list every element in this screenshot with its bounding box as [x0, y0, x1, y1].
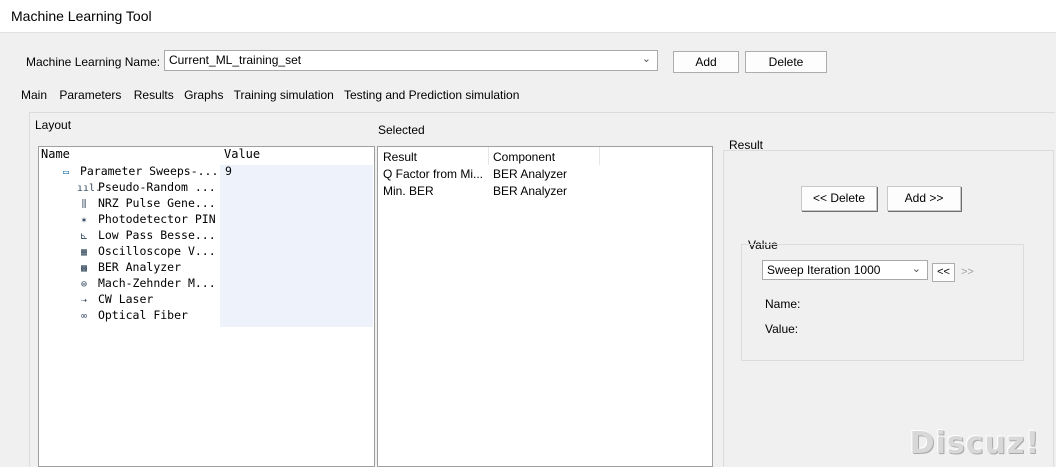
layout-heading: Layout [35, 118, 72, 132]
photodetector-icon: ✶ [80, 215, 88, 226]
tab-testing-prediction-simulation[interactable]: Testing and Prediction simulation [344, 88, 519, 102]
selected-list[interactable]: Result Component Q Factor from Mi... BER… [377, 146, 713, 467]
discuz-watermark-logo: Discuz! [909, 426, 1040, 461]
filter-icon: ⊾ [79, 231, 89, 242]
pulse-icon: ⫼ [81, 199, 87, 210]
tree-item-label: Mach-Zehnder M... [97, 276, 216, 290]
table-row[interactable]: Min. BER BER Analyzer [378, 183, 712, 200]
tree-item-label: Photodetector PIN [97, 212, 216, 226]
delete-ml-button[interactable]: Delete [745, 51, 827, 73]
tree-item-pseudo-random[interactable]: ııl. Pseudo-Random ... [77, 180, 216, 196]
tree-item-mach-zehnder[interactable]: ⊜ Mach-Zehnder M... [77, 276, 216, 292]
tab-strip: Main Parameters Results Graphs Training … [21, 88, 528, 102]
window-title: Machine Learning Tool [11, 8, 152, 24]
tree-item-parameter-sweeps[interactable]: ▭ Parameter Sweeps-... [59, 164, 218, 180]
fiber-icon: ∞ [80, 311, 88, 322]
delete-result-button[interactable]: << Delete [801, 186, 877, 211]
row-result: Min. BER [383, 184, 434, 198]
row-result: Q Factor from Mi... [383, 167, 484, 181]
tree-item-label: Low Pass Besse... [97, 228, 216, 242]
layout-tree[interactable]: Name Value ▭ Parameter Sweeps-... 9 ııl.… [38, 146, 375, 467]
row-component: BER Analyzer [493, 184, 568, 198]
value-label: Value: [765, 322, 799, 336]
tab-training-simulation[interactable]: Training simulation [234, 88, 334, 102]
chevron-down-icon: ⌄ [641, 53, 651, 65]
tree-item-label: BER Analyzer [97, 260, 182, 274]
tree-item-label: CW Laser [97, 292, 154, 306]
sweep-iteration-select[interactable]: Sweep Iteration 1000 ⌄ [762, 260, 928, 280]
selected-heading: Selected [378, 123, 425, 137]
tree-item-value[interactable]: 9 [225, 164, 232, 178]
tree-item-optical-fiber[interactable]: ∞ Optical Fiber [77, 308, 188, 324]
sweep-iteration-value: Sweep Iteration 1000 [767, 263, 881, 277]
oscilloscope-icon: ▦ [80, 247, 88, 258]
name-label: Name: [765, 297, 801, 311]
previous-iteration-button[interactable]: << [932, 263, 955, 282]
row-component: BER Analyzer [493, 167, 568, 181]
ml-name-combo[interactable]: Current_ML_training_set ⌄ [164, 50, 658, 71]
title-bar: Machine Learning Tool [0, 0, 1056, 33]
tree-item-nrz-pulse[interactable]: ⫼ NRZ Pulse Gene... [77, 196, 216, 212]
tree-item-label: Optical Fiber [97, 308, 188, 322]
laser-icon: ⇢ [80, 295, 88, 306]
prbs-icon: ııl. [77, 183, 102, 194]
tree-item-oscilloscope[interactable]: ▦ Oscilloscope V... [77, 244, 216, 260]
layout-col-value: Value [224, 147, 261, 161]
next-iteration-button[interactable]: >> [961, 266, 974, 278]
tree-item-label: NRZ Pulse Gene... [97, 196, 216, 210]
tab-main[interactable]: Main [21, 88, 47, 102]
tab-graphs[interactable]: Graphs [184, 88, 223, 102]
table-row[interactable]: Q Factor from Mi... BER Analyzer [378, 166, 712, 183]
selected-col-result: Result [383, 150, 418, 164]
value-column-highlight [220, 165, 373, 327]
ml-name-label: Machine Learning Name: [26, 55, 161, 69]
tree-item-ber-analyzer[interactable]: ▩ BER Analyzer [77, 260, 181, 276]
tree-item-label: Parameter Sweeps-... [79, 164, 219, 178]
column-divider [488, 147, 489, 165]
tree-item-label: Pseudo-Random ... [97, 180, 216, 194]
ml-name-value: Current_ML_training_set [169, 53, 302, 67]
tree-item-low-pass-bessel[interactable]: ⊾ Low Pass Besse... [77, 228, 216, 244]
tree-item-label: Oscilloscope V... [97, 244, 216, 258]
add-ml-button[interactable]: Add [673, 51, 739, 73]
ber-analyzer-icon: ▩ [80, 263, 88, 274]
chevron-down-icon: ⌄ [911, 263, 921, 275]
tab-results[interactable]: Results [134, 88, 174, 102]
sweep-icon: ▭ [62, 167, 70, 178]
tab-parameters[interactable]: Parameters [59, 88, 121, 102]
tree-item-cw-laser[interactable]: ⇢ CW Laser [77, 292, 153, 308]
modulator-icon: ⊜ [80, 279, 88, 290]
layout-col-name: Name [41, 147, 70, 161]
add-result-button[interactable]: Add >> [887, 186, 961, 211]
tree-item-photodetector[interactable]: ✶ Photodetector PIN [77, 212, 216, 228]
selected-col-component: Component [493, 150, 556, 164]
column-divider [599, 147, 600, 165]
